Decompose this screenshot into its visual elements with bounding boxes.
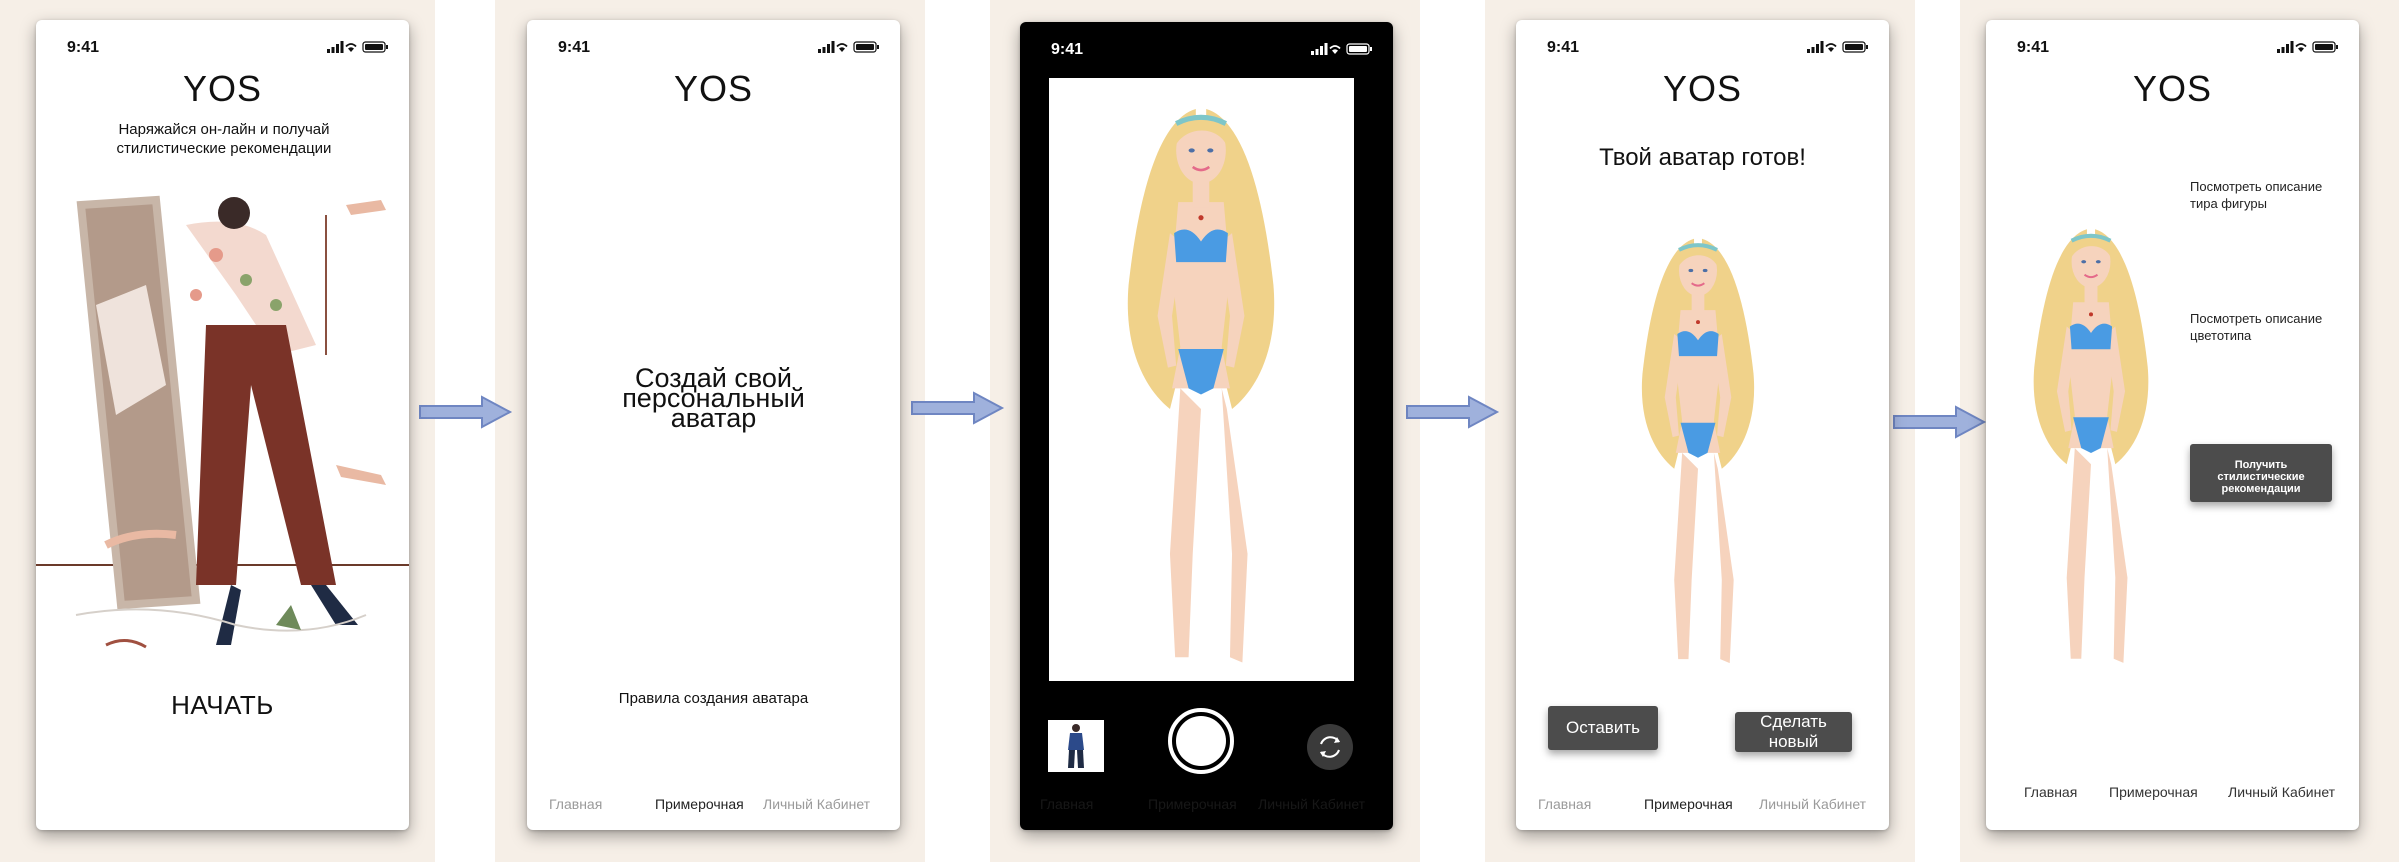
body-type-link[interactable]: Посмотреть описание тира фигуры <box>2190 178 2340 212</box>
status-bar: 9:41 <box>36 20 409 60</box>
tab-home[interactable]: Главная <box>1040 796 1093 812</box>
tab-fitting-room[interactable]: Примерочная <box>2109 784 2198 800</box>
keep-avatar-button[interactable]: Оставить <box>1548 706 1658 750</box>
tab-fitting-room[interactable]: Примерочная <box>1644 796 1733 812</box>
signal-wifi-battery-icon <box>327 41 389 53</box>
status-bar: 9:41 <box>1020 22 1393 62</box>
avatar-rules-link[interactable]: Правила создания аватара <box>527 690 900 707</box>
tab-bar: Главная Примерочная Личный Кабинет <box>527 796 900 820</box>
screen-camera: 9:41 Главная Примерочная Личный Кабинет <box>1020 22 1393 830</box>
status-bar: 9:41 <box>1516 20 1889 60</box>
avatar-ready-heading: Твой аватар готов! <box>1599 144 1806 171</box>
flow-arrow <box>1406 396 1498 428</box>
tagline: Наряжайся он-лайн и получай стилистическ… <box>116 121 332 157</box>
status-bar: 9:41 <box>527 20 900 60</box>
camera-viewfinder <box>1049 78 1354 681</box>
signal-wifi-battery-icon <box>818 41 880 53</box>
flow-arrow <box>1893 406 1985 438</box>
avatar-figure <box>1639 236 1757 666</box>
tab-account[interactable]: Личный Кабинет <box>763 796 870 812</box>
status-time: 9:41 <box>558 39 591 56</box>
screen-avatar-profile: 9:41 YOS Посмотреть описание тира фигуры… <box>1986 20 2359 830</box>
new-avatar-button[interactable]: Сделать новый <box>1735 712 1852 752</box>
gallery-thumbnail[interactable] <box>1048 720 1104 772</box>
signal-wifi-battery-icon <box>1311 43 1373 55</box>
rotate-camera-icon <box>1320 736 1340 758</box>
person-thumbnail-icon <box>1068 724 1084 768</box>
shutter-button[interactable] <box>1168 708 1234 774</box>
tab-fitting-room[interactable]: Примерочная <box>655 796 744 812</box>
screen-avatar-ready: 9:41 YOS Твой аватар готов! Оставить Сде… <box>1516 20 1889 830</box>
fashion-illustration <box>36 195 409 649</box>
avatar-figure <box>1986 205 2196 675</box>
status-time: 9:41 <box>1051 41 1084 58</box>
flow-arrow <box>419 396 511 428</box>
status-time: 9:41 <box>67 39 100 56</box>
screen-create-avatar: 9:41 YOS Создай свой персональный аватар… <box>527 20 900 830</box>
tab-bar: Главная Примерочная Личный Кабинет <box>1020 796 1393 820</box>
flow-arrow <box>911 392 1003 424</box>
tab-account[interactable]: Личный Кабинет <box>1759 796 1866 812</box>
app-logo: YOS <box>673 68 754 109</box>
avatar-figure <box>1051 78 1351 678</box>
get-recommendations-button[interactable]: Получить стилистические рекомендации <box>2190 444 2332 502</box>
tab-fitting-room[interactable]: Примерочная <box>1148 796 1237 812</box>
app-logo: YOS <box>1662 68 1743 109</box>
create-avatar-heading: Создай свой персональный аватар <box>622 363 805 433</box>
signal-wifi-battery-icon <box>2277 41 2339 53</box>
tab-home[interactable]: Главная <box>549 796 602 812</box>
status-time: 9:41 <box>2017 39 2050 56</box>
signal-wifi-battery-icon <box>1807 41 1869 53</box>
color-type-link[interactable]: Посмотреть описание цветотипа <box>2190 310 2330 344</box>
tab-home[interactable]: Главная <box>1538 796 1591 812</box>
tab-bar: Главная Примерочная Личный Кабинет <box>1516 796 1889 820</box>
switch-camera-button[interactable] <box>1307 724 1353 770</box>
start-button[interactable]: НАЧАТЬ <box>36 690 409 721</box>
screen-welcome: 9:41 YOS Наряжайся он-лайн и получай сти… <box>36 20 409 830</box>
app-logo: YOS <box>182 68 263 109</box>
tab-home[interactable]: Главная <box>2024 784 2077 800</box>
status-bar: 9:41 <box>1986 20 2359 60</box>
app-logo: YOS <box>2132 68 2213 109</box>
tab-bar: Главная Примерочная Личный Кабинет <box>1986 784 2359 808</box>
tab-account[interactable]: Личный Кабинет <box>1258 796 1365 812</box>
tab-account[interactable]: Личный Кабинет <box>2228 784 2335 800</box>
status-time: 9:41 <box>1547 39 1580 56</box>
